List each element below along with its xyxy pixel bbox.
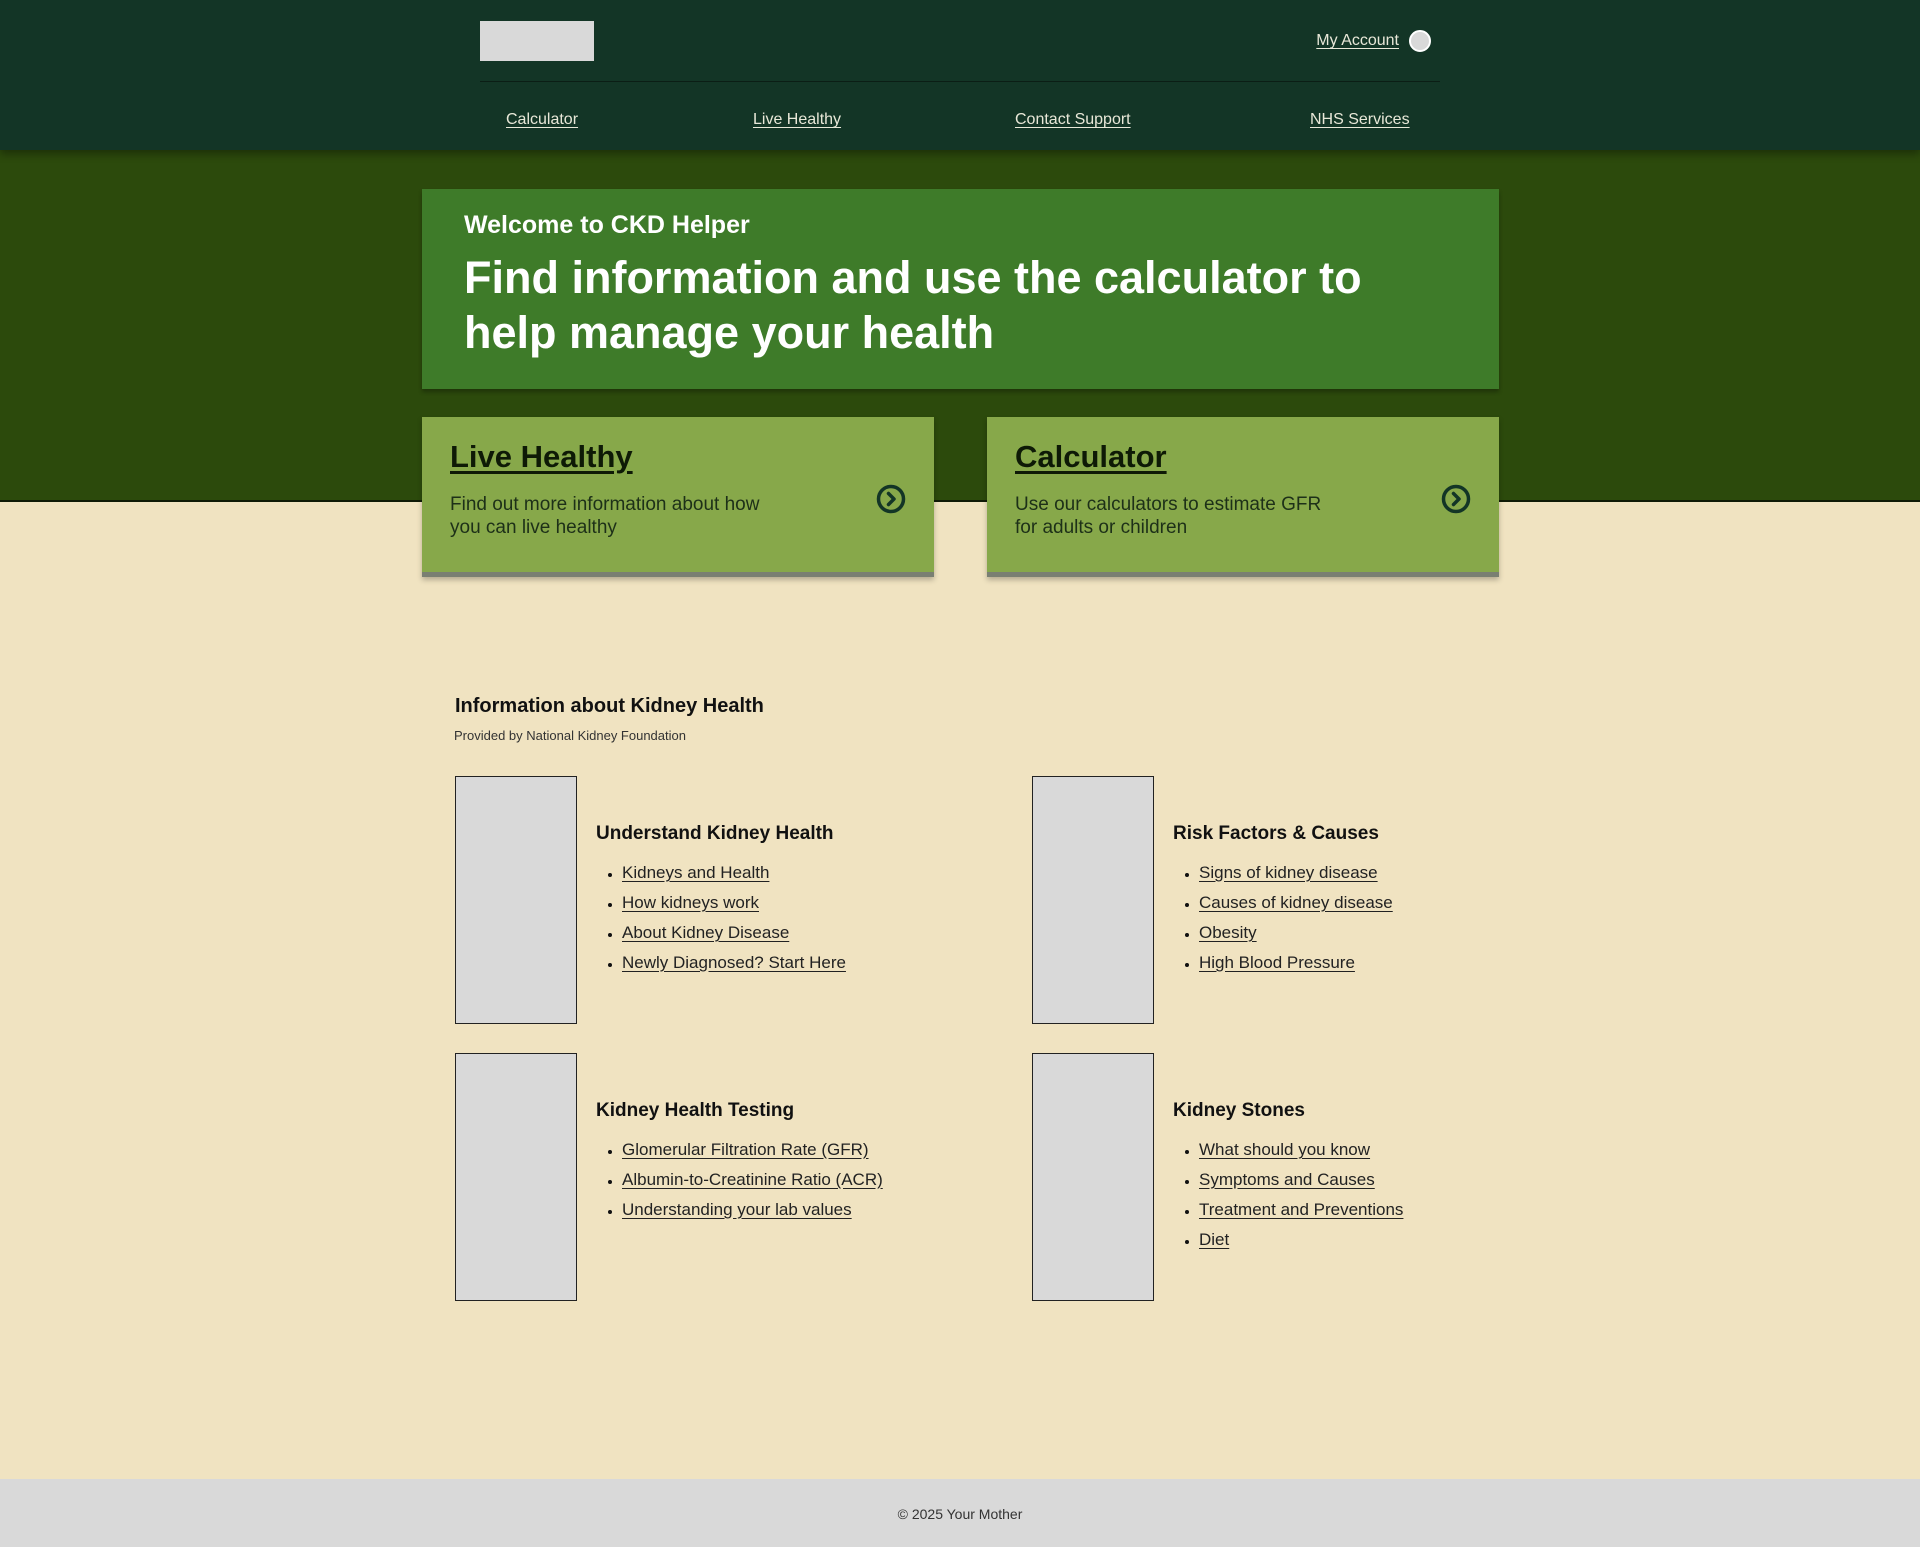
topic-link[interactable]: Albumin-to-Creatinine Ratio (ACR) [622, 1170, 883, 1189]
topic-kidney-health-testing: Kidney Health Testing Glomerular Filtrat… [455, 1053, 1015, 1303]
list-item: What should you know [1199, 1135, 1403, 1165]
list-item: Understanding your lab values [622, 1195, 883, 1225]
topic-link-list: Kidneys and Health How kidneys work Abou… [596, 858, 846, 978]
site-footer: © 2025 Your Mother [0, 1479, 1920, 1547]
topic-link[interactable]: Signs of kidney disease [1199, 863, 1378, 882]
nav-calculator[interactable]: Calculator [506, 111, 578, 129]
topic-link[interactable]: Symptoms and Causes [1199, 1170, 1375, 1189]
topic-image [1032, 776, 1154, 1024]
my-account-link[interactable]: My Account [1316, 32, 1399, 50]
list-item: Newly Diagnosed? Start Here [622, 948, 846, 978]
topic-link[interactable]: Causes of kidney disease [1199, 893, 1393, 912]
topic-link[interactable]: Obesity [1199, 923, 1257, 942]
topic-kidney-stones: Kidney Stones What should you know Sympt… [1032, 1053, 1592, 1303]
card-description: Find out more information about how you … [450, 494, 760, 538]
list-item: Glomerular Filtration Rate (GFR) [622, 1135, 883, 1165]
topic-image [1032, 1053, 1154, 1301]
topic-image [455, 776, 577, 1024]
list-item: Treatment and Preventions [1199, 1195, 1403, 1225]
list-item: Diet [1199, 1225, 1403, 1255]
topic-link[interactable]: How kidneys work [622, 893, 759, 912]
hero-title: Find information and use the calculator … [464, 252, 1362, 358]
welcome-subtitle: Welcome to CKD Helper [464, 211, 750, 239]
card-title[interactable]: Live Healthy [450, 439, 906, 475]
nav-nhs-services[interactable]: NHS Services [1310, 111, 1410, 129]
topic-understand-kidney-health: Understand Kidney Health Kidneys and Hea… [455, 776, 1015, 1026]
list-item: Causes of kidney disease [1199, 888, 1393, 918]
user-avatar-icon[interactable] [1409, 30, 1431, 52]
list-item: High Blood Pressure [1199, 948, 1393, 978]
topic-link[interactable]: What should you know [1199, 1140, 1370, 1159]
chevron-right-circle-icon[interactable] [876, 484, 906, 514]
nav-contact-support[interactable]: Contact Support [1015, 111, 1131, 129]
topic-link[interactable]: Understanding your lab values [622, 1200, 852, 1219]
nav-live-healthy[interactable]: Live Healthy [753, 111, 841, 129]
topic-title: Kidney Health Testing [596, 1100, 795, 1121]
topic-title: Risk Factors & Causes [1173, 823, 1379, 844]
topic-link-list: What should you know Symptoms and Causes… [1173, 1135, 1403, 1255]
site-header: My Account Calculator Live Healthy Conta… [0, 0, 1920, 150]
topic-link[interactable]: Glomerular Filtration Rate (GFR) [622, 1140, 869, 1159]
info-heading: Information about Kidney Health [455, 695, 764, 717]
topic-link[interactable]: Diet [1199, 1230, 1229, 1249]
topic-link[interactable]: Kidneys and Health [622, 863, 769, 882]
topic-title: Understand Kidney Health [596, 823, 834, 844]
live-healthy-card[interactable]: Live Healthy Find out more information a… [422, 417, 934, 577]
topic-risk-factors: Risk Factors & Causes Signs of kidney di… [1032, 776, 1592, 1026]
card-description: Use our calculators to estimate GFR for … [1015, 494, 1322, 538]
main-nav: Calculator Live Healthy Contact Support … [480, 108, 1440, 136]
list-item: Kidneys and Health [622, 858, 846, 888]
topic-link[interactable]: About Kidney Disease [622, 923, 789, 942]
calculator-card[interactable]: Calculator Use our calculators to estima… [987, 417, 1499, 577]
topic-title: Kidney Stones [1173, 1100, 1305, 1121]
list-item: How kidneys work [622, 888, 846, 918]
header-divider [480, 81, 1440, 82]
list-item: Signs of kidney disease [1199, 858, 1393, 888]
list-item: Obesity [1199, 918, 1393, 948]
logo[interactable] [480, 21, 594, 61]
topic-link[interactable]: High Blood Pressure [1199, 953, 1355, 972]
topic-link[interactable]: Newly Diagnosed? Start Here [622, 953, 846, 972]
welcome-panel: Welcome to CKD Helper Find information a… [422, 189, 1499, 389]
list-item: Albumin-to-Creatinine Ratio (ACR) [622, 1165, 883, 1195]
topic-image [455, 1053, 577, 1301]
topic-link[interactable]: Treatment and Preventions [1199, 1200, 1403, 1219]
chevron-right-circle-icon[interactable] [1441, 484, 1471, 514]
list-item: Symptoms and Causes [1199, 1165, 1403, 1195]
info-source: Provided by National Kidney Foundation [454, 728, 686, 743]
list-item: About Kidney Disease [622, 918, 846, 948]
card-title[interactable]: Calculator [1015, 439, 1471, 475]
topic-link-list: Glomerular Filtration Rate (GFR) Albumin… [596, 1135, 883, 1225]
account-menu[interactable]: My Account [1316, 28, 1431, 54]
topic-link-list: Signs of kidney disease Causes of kidney… [1173, 858, 1393, 978]
copyright-text: © 2025 Your Mother [897, 1506, 1023, 1522]
